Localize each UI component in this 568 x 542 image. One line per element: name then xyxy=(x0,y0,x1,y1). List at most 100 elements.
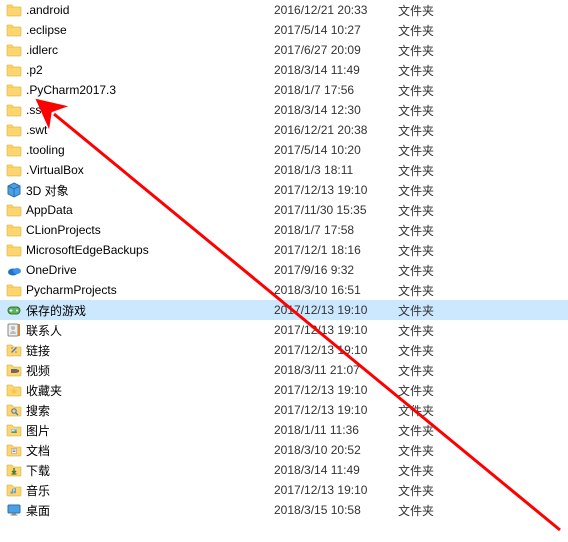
file-row[interactable]: AppData2017/11/30 15:35文件夹 xyxy=(0,200,568,220)
file-name: 3D 对象 xyxy=(26,182,274,199)
folder-icon xyxy=(6,62,22,78)
file-row[interactable]: 文档2018/3/10 20:52文件夹 xyxy=(0,440,568,460)
file-row[interactable]: .android2016/12/21 20:33文件夹 xyxy=(0,0,568,20)
file-type: 文件夹 xyxy=(398,122,478,139)
file-row[interactable]: .swt2016/12/21 20:38文件夹 xyxy=(0,120,568,140)
file-name: 文档 xyxy=(26,442,274,459)
folder-icon xyxy=(6,202,22,218)
file-row[interactable]: PycharmProjects2018/3/10 16:51文件夹 xyxy=(0,280,568,300)
file-type: 文件夹 xyxy=(398,102,478,119)
folder-icon xyxy=(6,242,22,258)
file-date: 2018/3/15 10:58 xyxy=(274,503,398,517)
file-name: 搜索 xyxy=(26,402,274,419)
file-type: 文件夹 xyxy=(398,462,478,479)
file-type: 文件夹 xyxy=(398,342,478,359)
file-type: 文件夹 xyxy=(398,62,478,79)
file-row[interactable]: 下载2018/3/14 11:49文件夹 xyxy=(0,460,568,480)
file-date: 2018/1/7 17:58 xyxy=(274,223,398,237)
file-date: 2017/12/13 19:10 xyxy=(274,343,398,357)
file-name: .idlerc xyxy=(26,43,274,57)
file-row[interactable]: .PyCharm2017.32018/1/7 17:56文件夹 xyxy=(0,80,568,100)
file-name: OneDrive xyxy=(26,263,274,277)
file-type: 文件夹 xyxy=(398,502,478,519)
file-name: 保存的游戏 xyxy=(26,302,274,319)
onedrive-icon xyxy=(6,262,22,278)
file-row[interactable]: CLionProjects2018/1/7 17:58文件夹 xyxy=(0,220,568,240)
file-date: 2017/5/14 10:20 xyxy=(274,143,398,157)
file-date: 2016/12/21 20:38 xyxy=(274,123,398,137)
file-type: 文件夹 xyxy=(398,22,478,39)
favorites-icon xyxy=(6,382,22,398)
folder-icon xyxy=(6,142,22,158)
folder-icon xyxy=(6,282,22,298)
file-date: 2017/12/13 19:10 xyxy=(274,303,398,317)
file-date: 2016/12/21 20:33 xyxy=(274,3,398,17)
file-type: 文件夹 xyxy=(398,242,478,259)
pictures-icon xyxy=(6,422,22,438)
file-row[interactable]: .idlerc2017/6/27 20:09文件夹 xyxy=(0,40,568,60)
file-row[interactable]: 3D 对象2017/12/13 19:10文件夹 xyxy=(0,180,568,200)
links-icon xyxy=(6,342,22,358)
folder-icon xyxy=(6,122,22,138)
file-date: 2017/11/30 15:35 xyxy=(274,203,398,217)
desktop-icon xyxy=(6,502,22,518)
file-date: 2017/12/13 19:10 xyxy=(274,483,398,497)
file-row[interactable]: 视频2018/3/11 21:07文件夹 xyxy=(0,360,568,380)
file-type: 文件夹 xyxy=(398,422,478,439)
file-date: 2018/3/14 12:30 xyxy=(274,103,398,117)
file-type: 文件夹 xyxy=(398,182,478,199)
3d-icon xyxy=(6,182,22,198)
file-date: 2018/3/14 11:49 xyxy=(274,463,398,477)
file-name: .swt xyxy=(26,123,274,137)
file-name: 视频 xyxy=(26,362,274,379)
file-type: 文件夹 xyxy=(398,382,478,399)
file-row[interactable]: 音乐2017/12/13 19:10文件夹 xyxy=(0,480,568,500)
file-row[interactable]: OneDrive2017/9/16 9:32文件夹 xyxy=(0,260,568,280)
file-type: 文件夹 xyxy=(398,322,478,339)
file-name: 收藏夹 xyxy=(26,382,274,399)
file-type: 文件夹 xyxy=(398,282,478,299)
file-date: 2018/3/10 20:52 xyxy=(274,443,398,457)
folder-icon xyxy=(6,22,22,38)
file-name: 联系人 xyxy=(26,322,274,339)
file-row[interactable]: .p22018/3/14 11:49文件夹 xyxy=(0,60,568,80)
music-icon xyxy=(6,482,22,498)
file-row[interactable]: 搜索2017/12/13 19:10文件夹 xyxy=(0,400,568,420)
file-type: 文件夹 xyxy=(398,442,478,459)
file-row[interactable]: 收藏夹2017/12/13 19:10文件夹 xyxy=(0,380,568,400)
file-row[interactable]: 图片2018/1/11 11:36文件夹 xyxy=(0,420,568,440)
file-row[interactable]: .VirtualBox2018/1/3 18:11文件夹 xyxy=(0,160,568,180)
file-date: 2017/12/1 18:16 xyxy=(274,243,398,257)
file-row[interactable]: 保存的游戏2017/12/13 19:10文件夹 xyxy=(0,300,568,320)
file-type: 文件夹 xyxy=(398,2,478,19)
file-date: 2018/3/14 11:49 xyxy=(274,63,398,77)
file-row[interactable]: .ssh2018/3/14 12:30文件夹 xyxy=(0,100,568,120)
file-date: 2017/12/13 19:10 xyxy=(274,403,398,417)
file-name: .VirtualBox xyxy=(26,163,274,177)
file-name: 桌面 xyxy=(26,502,274,519)
file-type: 文件夹 xyxy=(398,222,478,239)
games-icon xyxy=(6,302,22,318)
videos-icon xyxy=(6,362,22,378)
file-date: 2018/1/11 11:36 xyxy=(274,423,398,437)
file-date: 2017/6/27 20:09 xyxy=(274,43,398,57)
file-row[interactable]: MicrosoftEdgeBackups2017/12/1 18:16文件夹 xyxy=(0,240,568,260)
file-name: PycharmProjects xyxy=(26,283,274,297)
file-row[interactable]: 桌面2018/3/15 10:58文件夹 xyxy=(0,500,568,520)
file-name: 图片 xyxy=(26,422,274,439)
file-name: .PyCharm2017.3 xyxy=(26,83,274,97)
documents-icon xyxy=(6,442,22,458)
file-name: .android xyxy=(26,3,274,17)
file-type: 文件夹 xyxy=(398,482,478,499)
file-row[interactable]: .eclipse2017/5/14 10:27文件夹 xyxy=(0,20,568,40)
file-date: 2017/9/16 9:32 xyxy=(274,263,398,277)
file-type: 文件夹 xyxy=(398,42,478,59)
folder-icon xyxy=(6,82,22,98)
file-date: 2018/1/3 18:11 xyxy=(274,163,398,177)
folder-icon xyxy=(6,102,22,118)
file-row[interactable]: .tooling2017/5/14 10:20文件夹 xyxy=(0,140,568,160)
search-icon xyxy=(6,402,22,418)
file-row[interactable]: 链接2017/12/13 19:10文件夹 xyxy=(0,340,568,360)
file-row[interactable]: 联系人2017/12/13 19:10文件夹 xyxy=(0,320,568,340)
file-type: 文件夹 xyxy=(398,82,478,99)
